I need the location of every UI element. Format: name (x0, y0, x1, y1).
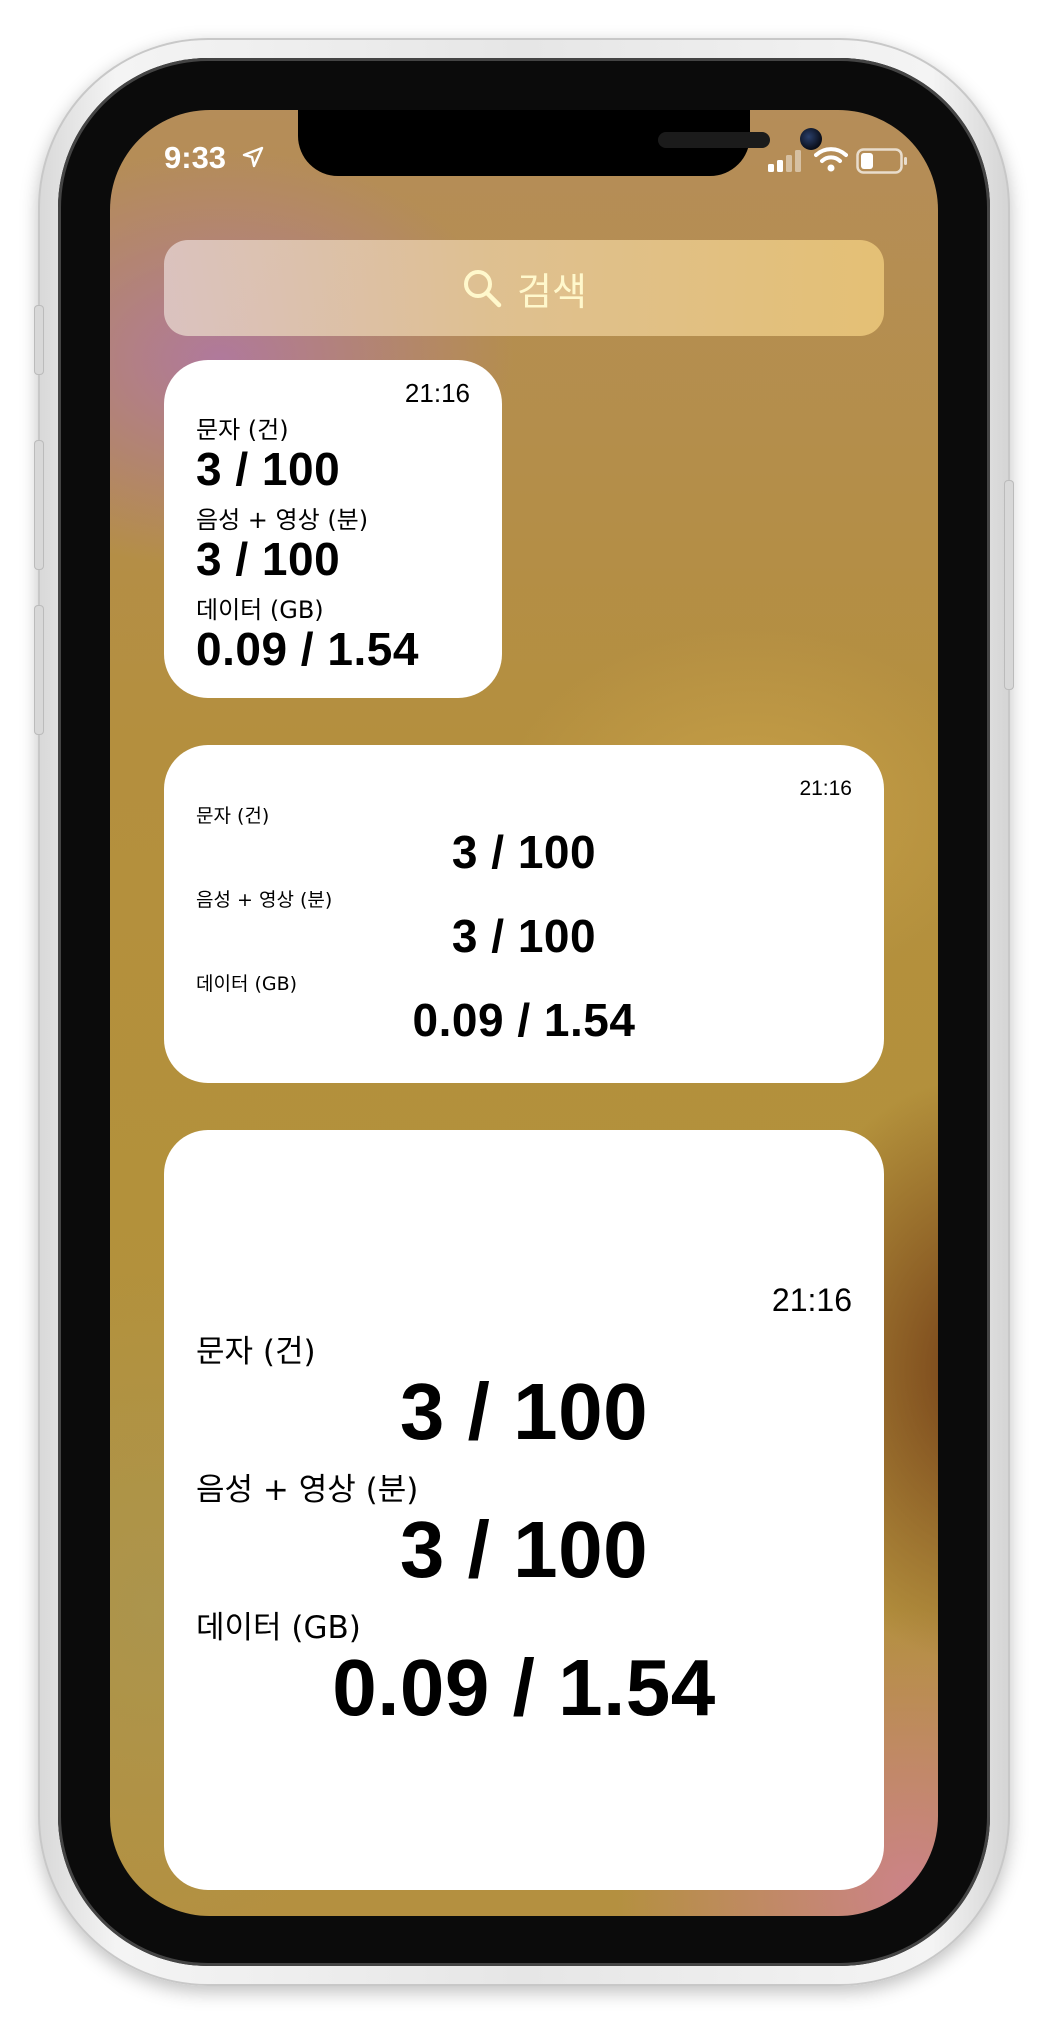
battery-icon (856, 148, 907, 174)
voice-video-label: 음성 + 영상 (분) (196, 506, 369, 534)
status-time: 9:33 (164, 140, 227, 175)
location-arrow-icon (242, 146, 264, 168)
widget-updated-time: 21:16 (771, 1282, 852, 1318)
mute-switch (34, 305, 44, 375)
voice-video-label: 음성 + 영상 (분) (196, 1472, 419, 1508)
usage-widget-medium[interactable]: 21:16 문자 (건) 3 / 100 음성 + 영상 (분) 3 / 100… (164, 745, 884, 1083)
widget-updated-time: 21:16 (799, 777, 852, 800)
search-icon (464, 270, 502, 308)
sms-label: 문자 (건) (196, 416, 289, 444)
sms-label: 문자 (건) (196, 805, 270, 827)
widget-updated-time: 21:16 (404, 378, 470, 408)
data-label: 데이터 (GB) (196, 596, 324, 624)
home-screen-today-view: 9:33 검색 21:16 문자 (건) 3 / 100 음성 + 영상 (분)… (110, 110, 938, 1916)
usage-widget-small[interactable]: 21:16 문자 (건) 3 / 100 음성 + 영상 (분) 3 / 100… (164, 360, 502, 698)
notch (298, 110, 822, 176)
voice-video-value: 3 / 100 (399, 1505, 649, 1594)
data-value: 0.09 / 1.54 (412, 994, 636, 1046)
sms-label: 문자 (건) (196, 1334, 316, 1370)
sms-value: 3 / 100 (451, 826, 597, 878)
search-bar[interactable]: 검색 (164, 240, 884, 336)
volume-down-button (34, 605, 44, 735)
earpiece-speaker (658, 132, 770, 148)
data-value: 0.09 / 1.54 (196, 623, 419, 675)
voice-video-value: 3 / 100 (196, 533, 341, 585)
sms-value: 3 / 100 (399, 1367, 649, 1456)
data-value: 0.09 / 1.54 (332, 1643, 716, 1732)
volume-up-button (34, 440, 44, 570)
sms-value: 3 / 100 (196, 443, 341, 495)
search-placeholder: 검색 (517, 269, 587, 314)
voice-video-label: 음성 + 영상 (분) (196, 889, 333, 911)
data-label: 데이터 (GB) (196, 1610, 361, 1646)
usage-widget-large[interactable]: 21:16 문자 (건) 3 / 100 음성 + 영상 (분) 3 / 100… (164, 1130, 884, 1890)
cellular-signal-icon (768, 150, 801, 172)
voice-video-value: 3 / 100 (451, 910, 597, 962)
power-button (1004, 480, 1014, 690)
wifi-icon (814, 147, 848, 172)
data-label: 데이터 (GB) (196, 973, 298, 995)
